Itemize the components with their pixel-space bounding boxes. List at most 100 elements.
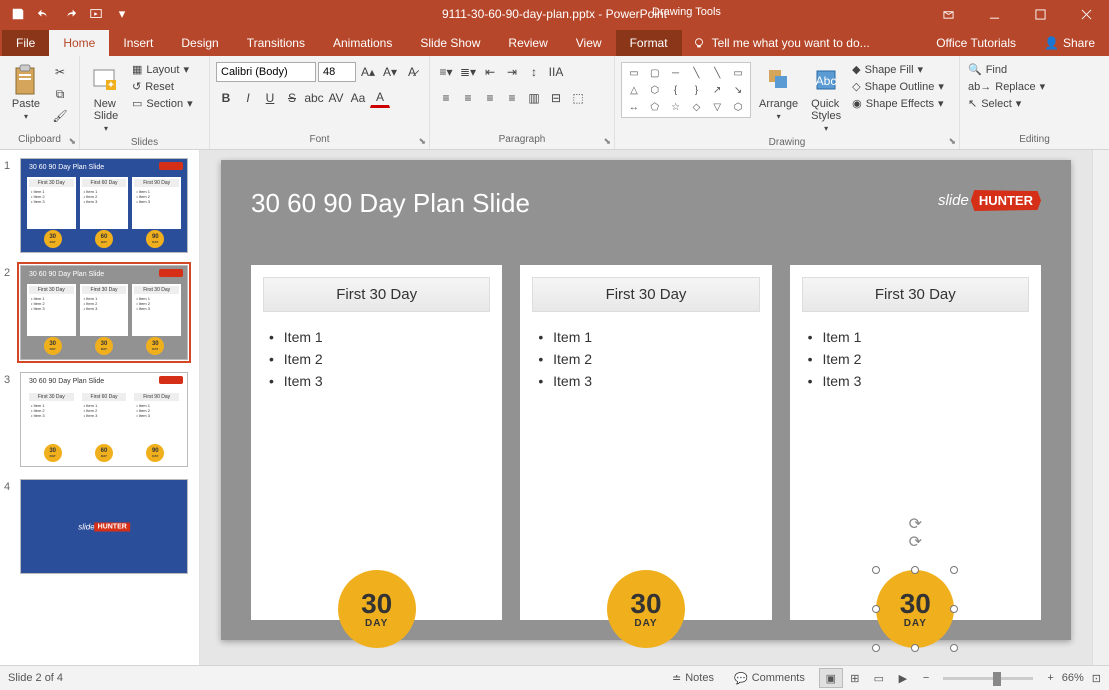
thumbnail-item[interactable]: 130 60 90 Day Plan SlideFirst 30 Day• It…: [4, 158, 195, 253]
zoom-slider[interactable]: [943, 677, 1033, 680]
layout-button[interactable]: ▦ Layout ▾: [130, 62, 195, 77]
plan-column-header[interactable]: First 30 Day: [532, 277, 759, 312]
zoom-in-icon[interactable]: +: [1047, 672, 1053, 684]
underline-button[interactable]: U: [260, 88, 280, 108]
font-color-icon[interactable]: A: [370, 88, 390, 108]
day-badge-circle[interactable]: 30DAY: [338, 570, 416, 648]
fit-to-window-icon[interactable]: ⊡: [1092, 672, 1101, 685]
plan-item-list[interactable]: Item 1Item 2Item 3: [802, 326, 1029, 392]
text-direction-icon[interactable]: IIA: [546, 62, 566, 82]
plan-column-header[interactable]: First 30 Day: [263, 277, 490, 312]
align-text-icon[interactable]: ⊟: [546, 88, 566, 108]
slide-canvas-area[interactable]: 30 60 90 Day Plan Slide slide HUNTER Fir…: [200, 150, 1092, 665]
font-launcher-icon[interactable]: ⬊: [418, 136, 426, 147]
strikethrough-button[interactable]: S: [282, 88, 302, 108]
clear-formatting-icon[interactable]: A̷: [402, 62, 422, 82]
thumbnail-preview[interactable]: 30 60 90 Day Plan SlideFirst 30 Day• Ite…: [20, 265, 188, 360]
justify-icon[interactable]: ≡: [502, 88, 522, 108]
zoom-out-icon[interactable]: −: [923, 672, 929, 684]
share-button[interactable]: 👤Share: [1030, 30, 1109, 56]
save-icon[interactable]: [6, 2, 30, 26]
day-badge-circle[interactable]: 30DAY: [607, 570, 685, 648]
tab-animations[interactable]: Animations: [319, 30, 406, 56]
replace-button[interactable]: ab→ Replace ▾: [966, 79, 1047, 94]
tab-review[interactable]: Review: [494, 30, 561, 56]
columns-icon[interactable]: ▥: [524, 88, 544, 108]
align-right-icon[interactable]: ≡: [480, 88, 500, 108]
plan-column[interactable]: First 30 DayItem 1Item 2Item 330DAY: [520, 265, 771, 620]
thumbnail-item[interactable]: 4slideHUNTER: [4, 479, 195, 574]
text-shadow-button[interactable]: abc: [304, 88, 324, 108]
day-badge-circle[interactable]: 30DAY⟳⟳: [876, 570, 954, 648]
decrease-font-icon[interactable]: A▾: [380, 62, 400, 82]
vertical-scrollbar[interactable]: [1092, 150, 1109, 665]
slide-thumbnails-panel[interactable]: 130 60 90 Day Plan SlideFirst 30 Day• It…: [0, 150, 200, 665]
minimize-icon[interactable]: [971, 0, 1017, 28]
selection-handle[interactable]: [872, 566, 880, 574]
shapes-gallery[interactable]: ▭▢─╲╲▭ △⬡{}↗↘ ↔⬠☆◇▽⬡: [621, 62, 751, 118]
shape-fill-button[interactable]: ◆ Shape Fill ▾: [850, 62, 946, 77]
tell-me-search[interactable]: Tell me what you want to do...: [682, 30, 923, 56]
plan-item-list[interactable]: Item 1Item 2Item 3: [532, 326, 759, 392]
ribbon-display-icon[interactable]: [925, 0, 971, 28]
thumbnail-preview[interactable]: 30 60 90 Day Plan SlideFirst 30 Day• Ite…: [20, 372, 188, 467]
close-icon[interactable]: [1063, 0, 1109, 28]
office-tutorials-link[interactable]: Office Tutorials: [922, 30, 1030, 56]
plan-column[interactable]: First 30 DayItem 1Item 2Item 330DAY⟳⟳: [790, 265, 1041, 620]
tab-view[interactable]: View: [562, 30, 616, 56]
selection-handle[interactable]: [950, 566, 958, 574]
format-painter-icon[interactable]: 🖌: [50, 106, 70, 126]
slide[interactable]: 30 60 90 Day Plan Slide slide HUNTER Fir…: [221, 160, 1071, 640]
shape-outline-button[interactable]: ◇ Shape Outline ▾: [850, 79, 946, 94]
select-button[interactable]: ↖ Select ▾: [966, 96, 1047, 111]
slideshow-view-icon[interactable]: ▶: [891, 668, 915, 688]
thumbnail-preview[interactable]: 30 60 90 Day Plan SlideFirst 30 Day• Ite…: [20, 158, 188, 253]
slide-sorter-icon[interactable]: ⊞: [843, 668, 867, 688]
maximize-icon[interactable]: [1017, 0, 1063, 28]
font-size-input[interactable]: [318, 62, 356, 82]
redo-icon[interactable]: [58, 2, 82, 26]
tab-transitions[interactable]: Transitions: [233, 30, 319, 56]
selection-handle[interactable]: [911, 566, 919, 574]
tab-insert[interactable]: Insert: [109, 30, 167, 56]
clipboard-launcher-icon[interactable]: ⬊: [68, 136, 76, 147]
align-left-icon[interactable]: ≡: [436, 88, 456, 108]
numbering-icon[interactable]: ≣▾: [458, 62, 478, 82]
drawing-launcher-icon[interactable]: ⬊: [948, 136, 956, 147]
plan-item-list[interactable]: Item 1Item 2Item 3: [263, 326, 490, 392]
rotation-handle-icon[interactable]: ⟳: [909, 514, 922, 534]
slide-title-text[interactable]: 30 60 90 Day Plan Slide: [251, 188, 530, 219]
copy-icon[interactable]: ⧉: [50, 84, 70, 104]
selection-handle[interactable]: [872, 605, 880, 613]
zoom-level[interactable]: 66%: [1062, 672, 1084, 684]
bold-button[interactable]: B: [216, 88, 236, 108]
increase-indent-icon[interactable]: ⇥: [502, 62, 522, 82]
slide-counter[interactable]: Slide 2 of 4: [8, 672, 666, 684]
character-spacing-icon[interactable]: AV: [326, 88, 346, 108]
thumbnail-item[interactable]: 230 60 90 Day Plan SlideFirst 30 Day• It…: [4, 265, 195, 360]
quick-styles-button[interactable]: Abc Quick Styles▾: [806, 62, 846, 135]
italic-button[interactable]: I: [238, 88, 258, 108]
font-name-input[interactable]: [216, 62, 316, 82]
arrange-button[interactable]: Arrange▾: [755, 62, 802, 123]
paste-button[interactable]: Paste▾: [6, 62, 46, 123]
reading-view-icon[interactable]: ▭: [867, 668, 891, 688]
change-case-icon[interactable]: Aa: [348, 88, 368, 108]
paragraph-launcher-icon[interactable]: ⬊: [603, 136, 611, 147]
selection-handle[interactable]: [950, 605, 958, 613]
thumbnail-item[interactable]: 330 60 90 Day Plan SlideFirst 30 Day• It…: [4, 372, 195, 467]
start-from-beginning-icon[interactable]: [84, 2, 108, 26]
plan-column[interactable]: First 30 DayItem 1Item 2Item 330DAY: [251, 265, 502, 620]
align-center-icon[interactable]: ≡: [458, 88, 478, 108]
new-slide-button[interactable]: ✦ New Slide▾: [86, 62, 126, 135]
increase-font-icon[interactable]: A▴: [358, 62, 378, 82]
line-spacing-icon[interactable]: ↕: [524, 62, 544, 82]
smartart-icon[interactable]: ⬚: [568, 88, 588, 108]
bullets-icon[interactable]: ≡▾: [436, 62, 456, 82]
notes-button[interactable]: ≐ Notes: [666, 672, 720, 685]
thumbnail-preview[interactable]: slideHUNTER: [20, 479, 188, 574]
selection-handle[interactable]: [911, 644, 919, 652]
section-button[interactable]: ▭ Section ▾: [130, 96, 195, 111]
comments-button[interactable]: 💬 Comments: [728, 672, 811, 685]
reset-button[interactable]: ↺ Reset: [130, 79, 195, 94]
